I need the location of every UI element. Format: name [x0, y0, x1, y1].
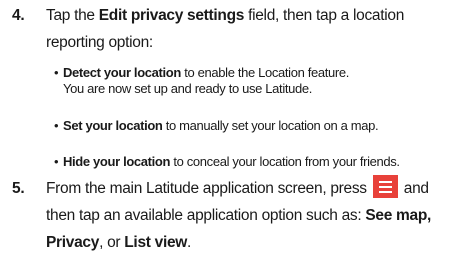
bold-run: Edit privacy settings — [98, 7, 245, 24]
bold-run: Set your location — [63, 118, 163, 133]
step-line: reporting option: — [46, 34, 153, 51]
text-run: Tap the — [46, 7, 99, 24]
text-run: then tap an available application option… — [46, 207, 366, 224]
list-item: • Hide your location to conceal your loca… — [54, 154, 400, 170]
step-line: From the main Latitude application scree… — [46, 175, 470, 202]
text-run: You are now set up and ready to use Lati… — [63, 81, 313, 96]
bullet-icon: • — [54, 118, 59, 133]
step-text: From the main Latitude application scree… — [46, 175, 470, 256]
bold-run: List view — [124, 234, 188, 251]
text-run: and — [403, 180, 429, 197]
instruction-page: 4. Tap the Edit privacy settings field, … — [0, 0, 473, 260]
bullet-icon: • — [54, 154, 59, 169]
text-run: to manually set your location on a map. — [162, 118, 379, 133]
step-number: 5. — [12, 180, 25, 197]
step-line: then tap an available application option… — [46, 202, 470, 229]
list-item: • Set your location to manually set your … — [54, 118, 379, 134]
step-line: Privacy, or List view. — [46, 229, 470, 256]
bold-run: Privacy — [46, 234, 100, 251]
step-text: Tap the Edit privacy settings field, the… — [46, 2, 470, 56]
bullet-icon: • — [54, 65, 59, 80]
list-item: • Detect your location to enable the Loca… — [54, 65, 349, 97]
text-run: to enable the Location feature. — [180, 65, 350, 80]
text-run: to conceal your location from your frien… — [170, 154, 400, 169]
bold-run: See map, — [365, 207, 432, 224]
menu-icon — [372, 175, 398, 198]
step-number: 4. — [12, 7, 25, 24]
bold-run: Detect your location — [63, 65, 181, 80]
step-line: Tap the Edit privacy settings field, the… — [46, 2, 470, 29]
text-run: , or — [99, 234, 125, 251]
text-run: From the main Latitude application scree… — [46, 180, 367, 197]
text-run: . — [187, 234, 192, 251]
text-run: field, then tap a location — [244, 7, 405, 24]
bold-run: Hide your location — [63, 154, 171, 169]
